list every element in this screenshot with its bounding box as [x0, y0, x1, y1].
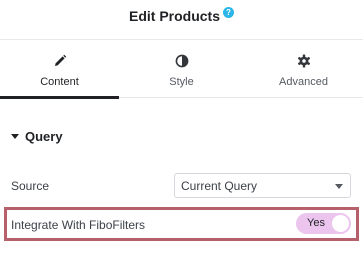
integrate-fibofilters-label: Integrate With FiboFilters: [11, 218, 146, 232]
tab-advanced-label: Advanced: [279, 76, 328, 88]
source-label: Source: [11, 179, 50, 193]
tab-style-label: Style: [169, 76, 194, 88]
panel-title-wrap: Edit Products?: [0, 7, 363, 24]
pencil-icon: [0, 54, 119, 68]
panel-title: Edit Products: [128, 8, 220, 24]
active-tab-indicator: [0, 96, 119, 99]
source-select-value: Current Query: [181, 179, 258, 193]
tab-advanced[interactable]: Advanced: [244, 40, 363, 98]
integrate-fibofilters-toggle[interactable]: Yes: [296, 213, 351, 234]
tab-content[interactable]: Content: [0, 40, 119, 99]
panel-tabs: Content Style Advanced: [0, 40, 363, 99]
gear-icon: [244, 54, 363, 68]
chevron-down-icon: [335, 184, 343, 189]
half-circle-icon: [119, 54, 244, 68]
tab-content-label: Content: [40, 76, 79, 88]
toggle-yes-label: Yes: [307, 217, 325, 229]
toggle-knob: [332, 215, 349, 232]
source-select[interactable]: Current Query: [174, 173, 351, 198]
help-icon[interactable]: ?: [223, 7, 234, 18]
tab-style[interactable]: Style: [119, 40, 244, 98]
caret-down-icon: [11, 134, 19, 139]
section-query-title: Query: [25, 129, 63, 144]
section-query-toggle[interactable]: Query: [11, 129, 63, 144]
panel-header: Edit Products?: [0, 0, 363, 40]
